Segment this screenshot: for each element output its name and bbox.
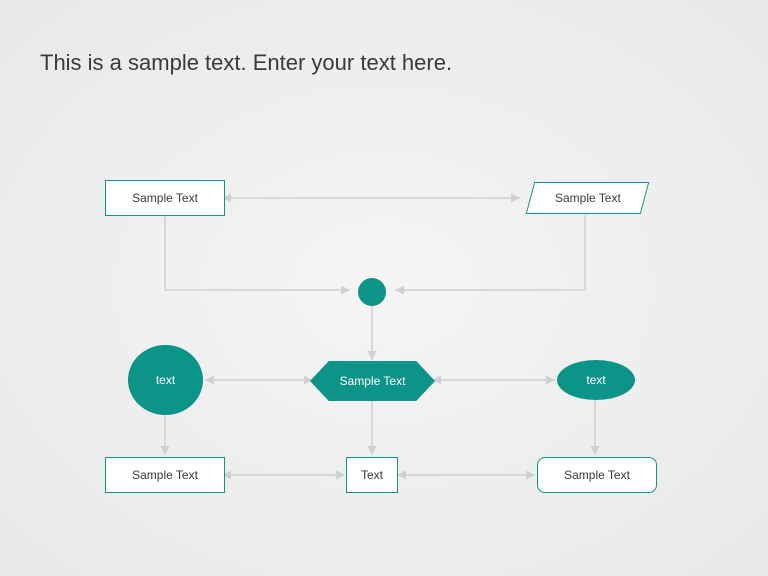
node-top-right-parallelogram: Sample Text <box>526 182 650 214</box>
node-label: Text <box>361 468 383 482</box>
node-top-left-rect: Sample Text <box>105 180 225 216</box>
node-bottom-left-rect: Sample Text <box>105 457 225 493</box>
node-label: Sample Text <box>132 191 198 205</box>
node-bottom-center-rect: Text <box>346 457 398 493</box>
node-mid-left-circle: text <box>128 345 203 415</box>
node-label: Sample Text <box>564 468 630 482</box>
node-label: Sample Text <box>132 468 198 482</box>
node-bottom-right-rounded: Sample Text <box>537 457 657 493</box>
node-label: Sample Text <box>340 374 406 388</box>
page-title: This is a sample text. Enter your text h… <box>40 50 452 76</box>
node-center-small-circle <box>358 278 386 306</box>
node-label: Sample Text <box>555 191 621 205</box>
node-label: text <box>586 373 605 387</box>
node-mid-center-hexagon: Sample Text <box>310 361 435 401</box>
node-mid-right-ellipse: text <box>557 360 635 400</box>
node-label: text <box>156 373 175 387</box>
